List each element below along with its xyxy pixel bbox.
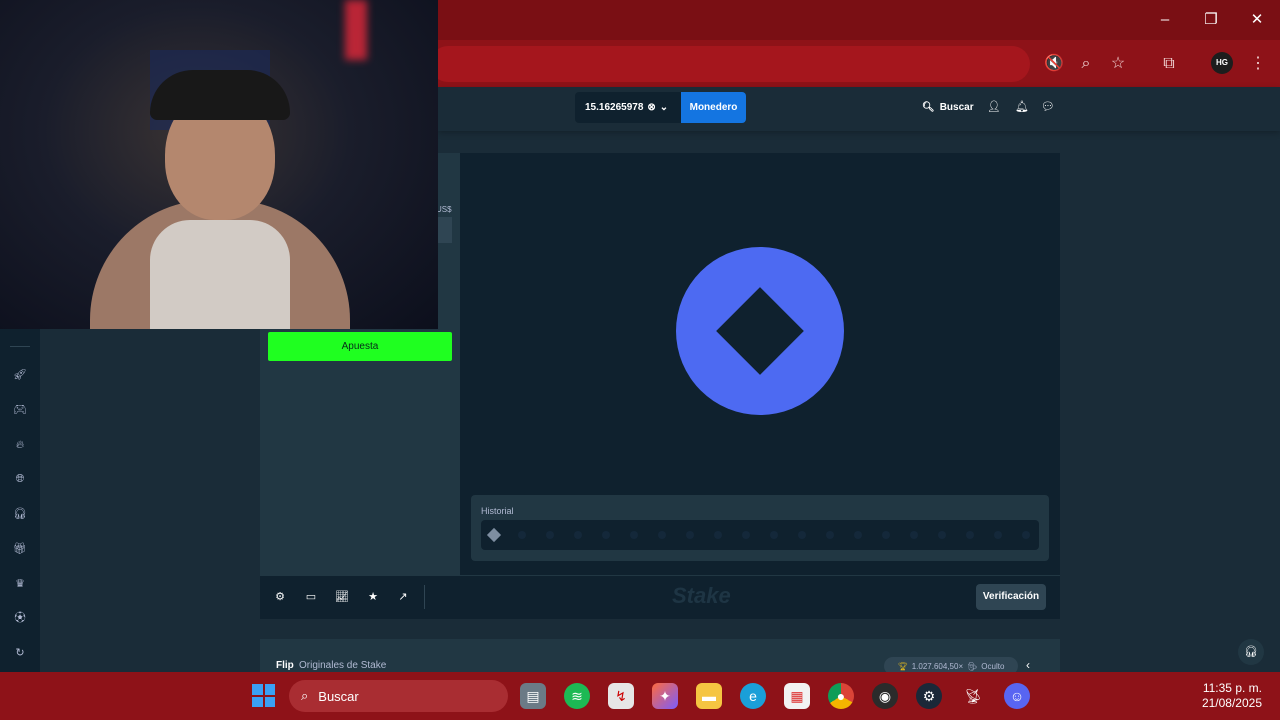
restore-button[interactable]: ❐ (1199, 8, 1223, 32)
headset-icon[interactable]: 🎧︎ (10, 505, 30, 523)
history-empty-slot (518, 531, 526, 539)
history-empty-slot (686, 531, 694, 539)
taskbar-search-placeholder: Buscar (318, 688, 359, 704)
support-icon[interactable]: ↻ (10, 644, 30, 662)
fire-icon[interactable]: 🔥︎ (10, 436, 30, 454)
bet-button[interactable]: Apuesta (268, 332, 452, 361)
edge-icon[interactable]: e (740, 683, 766, 709)
wallet-button[interactable]: Monedero (681, 92, 746, 123)
search-icon: ⌕ (301, 688, 309, 703)
folder-icon[interactable]: ▬ (696, 683, 722, 709)
balance-value: 15.16265978 (585, 102, 644, 113)
history-empty-slot (798, 531, 806, 539)
history-empty-slot (546, 531, 554, 539)
chrome-icon[interactable]: ● (828, 683, 854, 709)
balance-selector[interactable]: 15.16265978 ⊗ ⌄ (575, 92, 681, 123)
currency-label: US$ (436, 205, 452, 214)
obs-icon[interactable]: ◉ (872, 683, 898, 709)
stats-chart-icon[interactable]: 📈︎ (334, 589, 350, 605)
clock-date: 21/08/2025 (1201, 696, 1262, 710)
file-explorer-icon[interactable]: ▤ (520, 683, 546, 709)
extensions-icon[interactable]: ⧉ (1157, 52, 1181, 76)
bookmark-star-icon[interactable]: ☆ (1106, 52, 1130, 76)
search-label: Buscar (939, 101, 974, 113)
stake-logo: Stake (672, 583, 731, 608)
site-header (438, 87, 1280, 131)
search-button[interactable]: 🔍︎ Buscar (922, 98, 974, 116)
minimize-button[interactable]: – (1153, 8, 1177, 32)
history-empty-slot (714, 531, 722, 539)
user-icon[interactable]: 👤︎ (986, 98, 1002, 116)
history-empty-slot (854, 531, 862, 539)
history-empty-slot (994, 531, 1002, 539)
controller-icon[interactable]: 🎮︎ (10, 401, 30, 419)
close-window-button[interactable]: ✕ (1245, 8, 1269, 32)
incognito-icon: 🕵︎ (967, 661, 978, 671)
windows-start-icon[interactable] (252, 684, 275, 707)
webcam-person-cap (150, 70, 290, 120)
external-link-icon[interactable]: ↗ (395, 589, 411, 605)
satellite-icon[interactable]: 📡︎ (960, 683, 986, 709)
history-empty-slot (1022, 531, 1030, 539)
sidebar-divider (10, 346, 30, 347)
store-icon[interactable]: ▦ (784, 683, 810, 709)
chat-icon[interactable]: 💬︎ (1040, 98, 1056, 116)
app-icon[interactable]: ↯ (608, 683, 634, 709)
history-empty-slot (602, 531, 610, 539)
webcam-person-shirt (150, 220, 290, 329)
favourite-star-icon[interactable]: ★ (365, 589, 381, 605)
history-empty-slot (938, 531, 946, 539)
history-empty-slot (882, 531, 890, 539)
settings-gear-icon[interactable]: ⚙ (272, 589, 288, 605)
history-empty-slot (910, 531, 918, 539)
gift-icon[interactable]: 🎁︎ (10, 540, 30, 558)
live-support-button[interactable]: 🎧︎ (1238, 639, 1264, 665)
taskbar-search[interactable]: ⌕ Buscar (289, 680, 508, 712)
history-empty-slot (574, 531, 582, 539)
max-win-value: 1.027.604,50× (911, 661, 964, 671)
mute-icon[interactable]: 🔇 (1042, 52, 1066, 76)
history-empty-slot (658, 531, 666, 539)
system-clock[interactable]: 11:35 p. m. 21/08/2025 (1190, 681, 1262, 711)
zoom-icon[interactable]: ⌕ (1074, 52, 1098, 76)
history-empty-slot (630, 531, 638, 539)
visibility-label: Oculto (981, 661, 1005, 671)
history-empty-slot (826, 531, 834, 539)
copilot-icon[interactable]: ✦ (652, 683, 678, 709)
chevron-left-icon[interactable]: ‹ (1026, 658, 1030, 672)
currency-icon: ⊗ (647, 102, 656, 113)
webcam-red-light (345, 0, 367, 60)
browser-menu-icon[interactable]: ⋮ (1246, 52, 1270, 76)
rocket-icon[interactable]: 🚀︎ (10, 366, 30, 384)
history-empty-slot (966, 531, 974, 539)
webcam-overlay (0, 0, 438, 329)
profile-avatar[interactable]: HG (1211, 52, 1233, 74)
steam-icon[interactable]: ⚙ (916, 683, 942, 709)
game-title: Flip (276, 660, 294, 671)
history-empty-slot (770, 531, 778, 539)
globe-icon[interactable]: 🌐︎ (10, 470, 30, 488)
chevron-down-icon: ⌄ (659, 102, 669, 113)
notification-bell-icon[interactable]: 🔔︎ (1014, 98, 1030, 116)
taskbar (0, 672, 1280, 720)
discord-icon[interactable]: ☺ (1004, 683, 1030, 709)
history-empty-slot (742, 531, 750, 539)
trophy-icon: 🏆︎ (897, 661, 908, 671)
theatre-mode-icon[interactable]: ▭ (303, 589, 319, 605)
footer-divider (424, 585, 425, 609)
game-subtitle[interactable]: Originales de Stake (299, 660, 386, 671)
verify-button[interactable]: Verificación (976, 584, 1046, 610)
crown-icon[interactable]: ♛ (10, 575, 30, 593)
address-bar[interactable] (430, 46, 1030, 82)
ball-icon[interactable]: ⚽︎ (10, 609, 30, 627)
half-bet-button[interactable] (438, 217, 452, 243)
history-label: Historial (481, 506, 514, 516)
spotify-icon[interactable]: ≋ (564, 683, 590, 709)
clock-time: 11:35 p. m. (1202, 681, 1262, 695)
search-icon: 🔍︎ (922, 101, 935, 113)
history-track (481, 520, 1039, 550)
